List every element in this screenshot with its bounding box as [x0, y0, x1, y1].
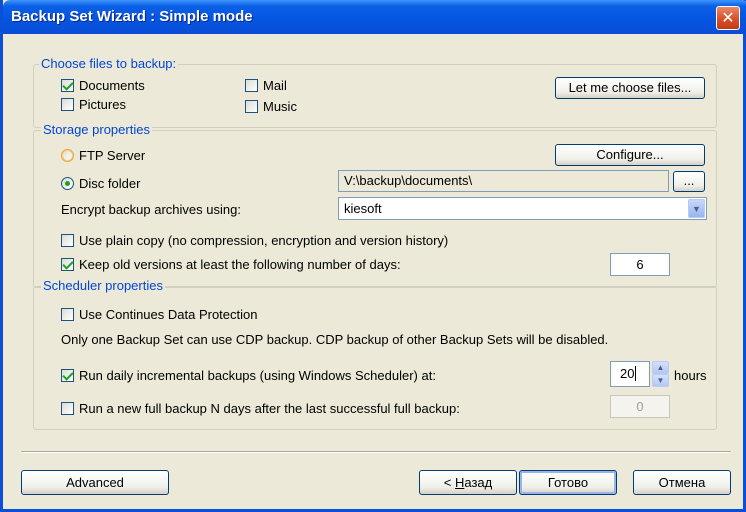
- full-backup-label[interactable]: Run a new full backup N days after the l…: [79, 401, 460, 416]
- configure-button[interactable]: Configure...: [555, 144, 705, 166]
- finish-button[interactable]: Готово: [519, 470, 617, 495]
- choose-files-button[interactable]: Let me choose files...: [555, 77, 705, 99]
- files-legend: Choose files to backup:: [39, 56, 179, 71]
- browse-button[interactable]: ...: [673, 171, 705, 192]
- disc-path-field[interactable]: V:\backup\documents\: [338, 170, 669, 192]
- plain-copy-checkbox[interactable]: [61, 234, 74, 247]
- daily-hours-input[interactable]: 20: [610, 361, 650, 387]
- music-label[interactable]: Music: [263, 99, 297, 114]
- daily-backup-checkbox[interactable]: [61, 369, 74, 382]
- mail-checkbox[interactable]: [245, 79, 258, 92]
- music-checkbox[interactable]: [245, 100, 258, 113]
- text-cursor: [635, 366, 637, 381]
- encrypt-select[interactable]: kiesoft ▼: [338, 197, 707, 220]
- cdp-label[interactable]: Use Continues Data Protection: [79, 307, 257, 322]
- encrypt-label: Encrypt backup archives using:: [61, 202, 241, 217]
- cancel-button[interactable]: Отмена: [633, 470, 731, 495]
- ftp-label[interactable]: FTP Server: [79, 148, 145, 163]
- keep-days-input[interactable]: 6: [610, 253, 670, 276]
- ftp-radio[interactable]: [61, 149, 74, 162]
- hours-label: hours: [674, 368, 707, 383]
- daily-backup-label[interactable]: Run daily incremental backups (using Win…: [79, 368, 436, 383]
- back-mnemonic: Н: [454, 475, 465, 490]
- encrypt-value: kiesoft: [344, 201, 382, 216]
- back-rest: азад: [464, 475, 493, 490]
- documents-checkbox[interactable]: [61, 79, 74, 92]
- chevron-down-icon[interactable]: ▼: [688, 199, 705, 218]
- spin-down-icon[interactable]: ▼: [652, 374, 669, 387]
- footer-separator: [21, 451, 731, 453]
- daily-hours-value: 20: [620, 366, 635, 381]
- spin-up-icon[interactable]: ▲: [652, 361, 669, 374]
- pictures-checkbox[interactable]: [61, 98, 74, 111]
- advanced-button[interactable]: Advanced: [21, 470, 169, 495]
- wizard-window: Backup Set Wizard : Simple mode ✕ Choose…: [0, 0, 746, 512]
- storage-legend: Storage properties: [41, 122, 152, 137]
- keep-versions-checkbox[interactable]: [61, 258, 74, 271]
- close-icon[interactable]: ✕: [716, 6, 740, 30]
- disc-folder-label[interactable]: Disc folder: [79, 176, 140, 191]
- back-prefix: <: [443, 475, 455, 490]
- full-backup-checkbox[interactable]: [61, 402, 74, 415]
- window-title: Backup Set Wizard : Simple mode: [11, 8, 253, 25]
- plain-copy-label[interactable]: Use plain copy (no compression, encrypti…: [79, 233, 448, 248]
- cdp-checkbox[interactable]: [61, 308, 74, 321]
- documents-label[interactable]: Documents: [79, 78, 145, 93]
- disc-folder-radio[interactable]: [61, 177, 74, 190]
- keep-versions-label[interactable]: Keep old versions at least the following…: [79, 257, 401, 272]
- mail-label[interactable]: Mail: [263, 78, 287, 93]
- cdp-note: Only one Backup Set can use CDP backup. …: [61, 332, 609, 347]
- title-bar[interactable]: Backup Set Wizard : Simple mode ✕: [3, 0, 746, 34]
- pictures-label[interactable]: Pictures: [79, 97, 126, 112]
- scheduler-legend: Scheduler properties: [41, 278, 165, 293]
- back-button[interactable]: < Назад: [419, 470, 517, 495]
- full-days-input: 0: [610, 395, 670, 418]
